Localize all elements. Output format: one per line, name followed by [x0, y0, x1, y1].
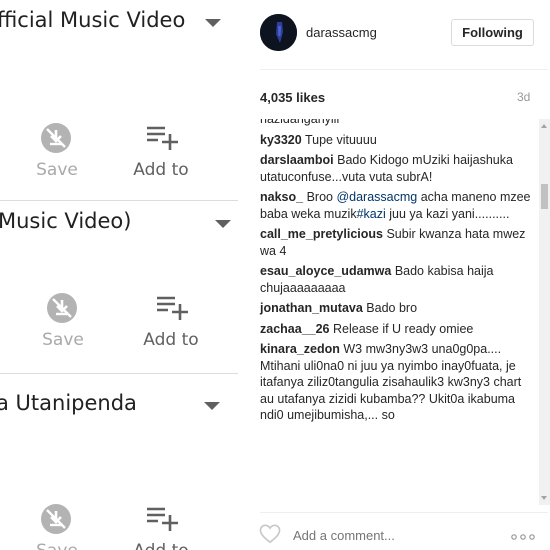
scrollbar-thumb[interactable] — [541, 184, 548, 209]
instagram-post-panel: darassacmg Following 4,035 likes 3d nazi… — [238, 0, 550, 550]
comment-username[interactable]: jonathan_mutava — [260, 301, 363, 315]
divider — [260, 512, 548, 513]
video-title-row[interactable]: Music Video) — [0, 205, 238, 245]
comment: zachaa__26 Release if U ready omiee — [260, 321, 535, 338]
save-offline-icon — [47, 293, 77, 323]
comments-list[interactable]: nazidanganyiii ky3320 Tupe vituuuu darsl… — [238, 119, 550, 505]
youtube-panel: fficial Music Video Save Add to Music Vi… — [0, 0, 238, 550]
save-offline-icon — [41, 123, 71, 153]
comment-text: Broo — [306, 190, 337, 204]
video-title: Music Video) — [0, 209, 132, 233]
save-label: Save — [17, 541, 97, 550]
comment-text: Tupe vituuuu — [304, 132, 377, 147]
playlist-add-icon — [147, 126, 178, 150]
comment: kinara_zedon W3 mw3ny3w3 una0g0pa.... Mt… — [260, 341, 535, 424]
divider — [0, 373, 238, 374]
hashtag-link[interactable]: #kazi — [357, 207, 386, 221]
add-to-button[interactable]: Add to — [121, 503, 201, 550]
add-to-label: Add to — [143, 330, 199, 350]
playlist-add-icon — [157, 296, 188, 320]
playlist-add-icon — [147, 507, 178, 531]
comment: nazidanganyiii — [260, 119, 535, 128]
avatar-image — [260, 14, 297, 51]
video-title: fficial Music Video — [0, 8, 186, 32]
save-button[interactable]: Save — [17, 503, 97, 550]
scroll-up-icon[interactable] — [541, 124, 547, 128]
caret-down-icon[interactable] — [215, 220, 231, 228]
comment-username[interactable]: zachaa__26 — [260, 322, 330, 336]
video-title-row[interactable]: a Utanipenda — [0, 387, 238, 427]
comment: esau_aloyce_udamwa Bado kabisa haija chu… — [260, 263, 535, 296]
add-to-button[interactable]: Add to — [121, 122, 201, 192]
video-title: a Utanipenda — [0, 391, 137, 415]
comment: call_me_pretylicious Subir kwanza hata m… — [260, 226, 535, 259]
add-to-label: Add to — [121, 541, 201, 550]
comment-username[interactable]: nakso_ — [260, 190, 303, 204]
heart-icon[interactable] — [259, 524, 281, 544]
more-options-icon[interactable] — [511, 534, 535, 540]
add-to-label: Add to — [133, 160, 189, 180]
username[interactable]: darassacmg — [306, 25, 377, 40]
save-label: Save — [42, 330, 84, 350]
comment-text: juu ya kazi yani.......... — [385, 206, 510, 221]
comment-username[interactable]: ky3320 — [260, 133, 302, 147]
likes-count[interactable]: 4,035 likes — [260, 90, 325, 105]
comment-username[interactable]: kinara_zedon — [260, 342, 340, 356]
caret-down-icon[interactable] — [204, 402, 220, 410]
avatar[interactable] — [260, 14, 297, 51]
scroll-down-icon[interactable] — [541, 496, 547, 500]
save-button[interactable]: Save — [23, 292, 103, 362]
comment: ky3320 Tupe vituuuu — [260, 132, 535, 149]
add-comment-input[interactable] — [293, 528, 493, 543]
divider — [260, 69, 548, 70]
comment: jonathan_mutava Bado bro — [260, 300, 535, 317]
post-header: darassacmg Following — [238, 0, 550, 70]
video-title-row[interactable]: fficial Music Video — [0, 4, 238, 44]
comment-text: Bado bro — [366, 301, 418, 315]
comment-username[interactable]: esau_aloyce_udamwa — [260, 264, 391, 278]
divider — [0, 200, 238, 201]
comment-username[interactable]: call_me_pretylicious — [260, 227, 383, 241]
save-button[interactable]: Save — [17, 122, 97, 192]
comment-username[interactable]: darslaamboi — [260, 153, 334, 167]
save-offline-icon — [41, 504, 71, 534]
comment: nakso_ Broo @darassacmg acha maneno mzee… — [260, 189, 535, 222]
comment: darslaamboi Bado Kidogo mUziki haijashuk… — [260, 152, 535, 185]
mention-link[interactable]: @darassacmg — [336, 190, 417, 204]
comment-text: nazidanganyiii — [260, 119, 340, 126]
comments-scrollbar[interactable] — [539, 119, 550, 505]
post-age[interactable]: 3d — [517, 90, 530, 104]
comment-text: Release if U ready omiee — [333, 321, 474, 336]
caret-down-icon[interactable] — [205, 19, 221, 27]
following-button[interactable]: Following — [451, 19, 534, 46]
save-label: Save — [36, 160, 78, 180]
add-to-button[interactable]: Add to — [131, 292, 211, 362]
